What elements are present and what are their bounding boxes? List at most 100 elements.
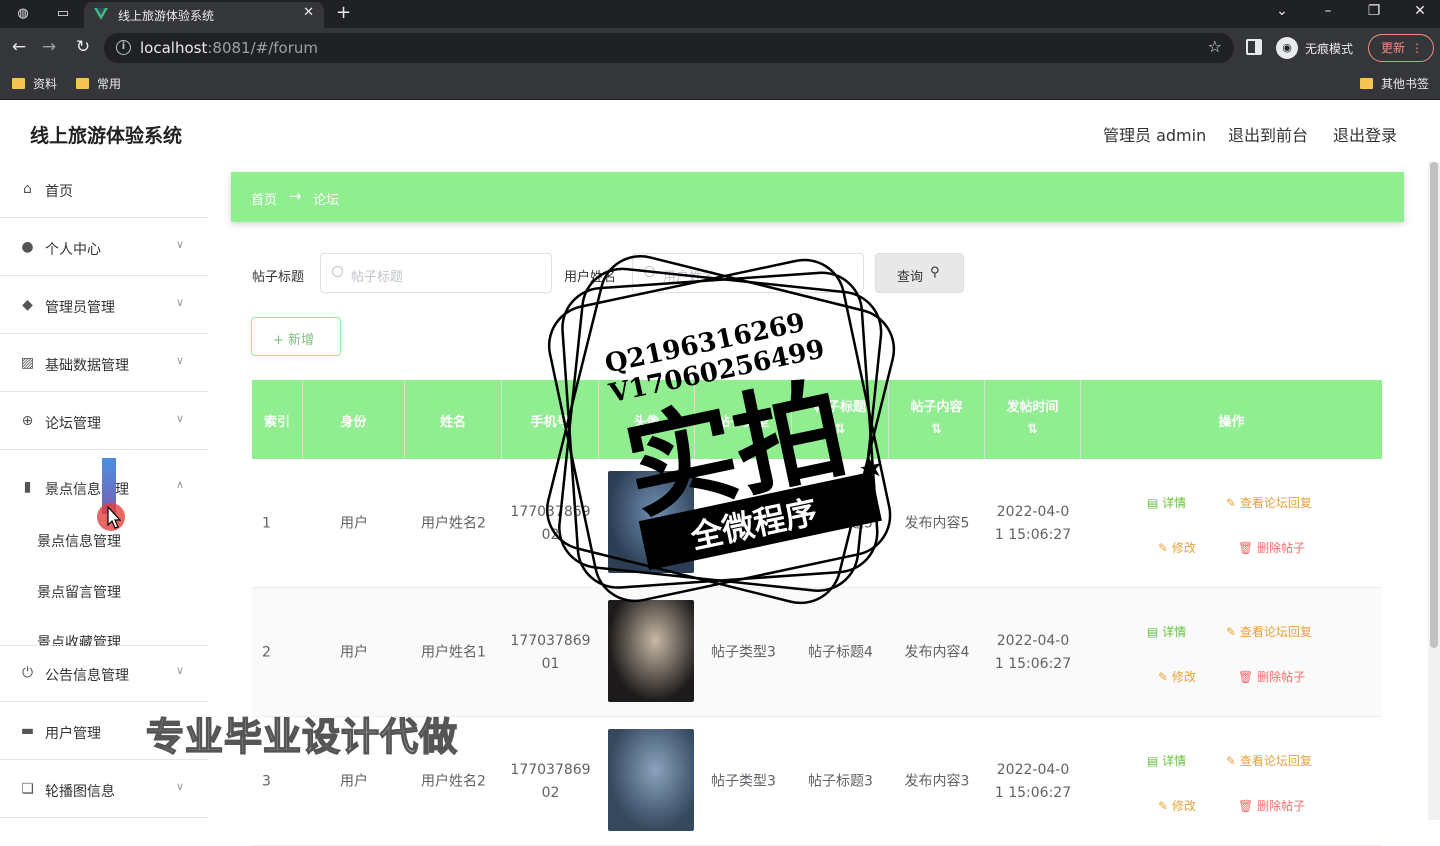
sidebar-item-forum[interactable]: ⊕ 论坛管理 ∨	[0, 394, 208, 450]
power-icon: ⏻	[21, 665, 34, 681]
star-icon: ★	[856, 449, 887, 486]
time-cell: 2022-04-0 1 15:06:27	[994, 632, 1072, 672]
col-actions: 操作	[1218, 415, 1245, 430]
view-reply-button[interactable]: ✎ 查看论坛回复	[1226, 494, 1312, 511]
app-header: 线上旅游体验系统 管理员 admin 退出到前台 退出登录	[0, 100, 1440, 162]
breadcrumb: 首页 → 论坛	[231, 172, 1404, 222]
close-tab-icon[interactable]: ✕	[303, 5, 314, 20]
view-reply-icon: ✎	[1226, 754, 1240, 768]
folder-icon	[1360, 78, 1373, 89]
user-icon: ●	[21, 239, 34, 255]
sidebar-sub-scenic-comments[interactable]: 景点留言管理	[37, 582, 121, 602]
col-index[interactable]: 索引	[252, 380, 303, 459]
phone-cell: 177037869 02	[510, 761, 591, 801]
sidebar-item-home[interactable]: ⌂ 首页	[0, 162, 208, 218]
bars-icon: ▮	[23, 479, 32, 495]
message-icon: ▬	[20, 723, 35, 739]
edit-icon: ✎	[1158, 670, 1172, 684]
edit-icon: ✎	[1158, 799, 1172, 813]
other-bookmarks[interactable]: 其他书签	[1360, 75, 1429, 92]
bookmarks-bar: 资料 常用 其他书签	[0, 68, 1440, 100]
edit-button[interactable]: ✎ 修改	[1158, 668, 1196, 685]
vue-logo-icon	[94, 8, 108, 20]
app-title: 线上旅游体验系统	[30, 125, 183, 147]
leaf-icon: ◆	[22, 297, 33, 313]
search-icon	[332, 266, 343, 277]
detail-button[interactable]: ▤ 详情	[1147, 494, 1186, 511]
sidebar-item-admins[interactable]: ◆ 管理员管理 ∨	[0, 278, 208, 334]
address-bar: ← → ↻ i localhost:8081/#/forum ☆ ◉ 无痕模式 …	[0, 28, 1440, 68]
restore-icon[interactable]: ❐	[1364, 3, 1384, 19]
bookmark-folder-0[interactable]: 资料	[12, 75, 57, 92]
globe-icon[interactable]: ◍	[14, 5, 32, 23]
tab-title: 线上旅游体验系统	[118, 9, 215, 23]
chevron-down-icon: ∨	[176, 664, 185, 677]
edit-icon: ✎	[1158, 541, 1172, 555]
col-time[interactable]: 发帖时间 ⇅	[985, 380, 1081, 459]
sidebar-item-carousel[interactable]: ❏ 轮播图信息 ∨	[0, 762, 208, 818]
view-reply-button[interactable]: ✎ 查看论坛回复	[1226, 752, 1312, 769]
forward-icon[interactable]: →	[38, 37, 60, 57]
chevron-down-icon: ∨	[176, 354, 185, 367]
sidebar-item-profile[interactable]: ● 个人中心 ∨	[0, 220, 208, 276]
tab-list-icon[interactable]: ⌄	[1272, 3, 1292, 19]
col-role[interactable]: 身份	[303, 380, 405, 459]
incognito-icon: ◉	[1276, 37, 1298, 59]
delete-button[interactable]: 🗑 删除帖子	[1238, 539, 1305, 556]
close-window-icon[interactable]: ✕	[1410, 3, 1430, 19]
bookmark-folder-1[interactable]: 常用	[76, 75, 121, 92]
delete-button[interactable]: 🗑 删除帖子	[1238, 668, 1305, 685]
admin-label: 管理员 admin	[1103, 126, 1207, 145]
detail-button[interactable]: ▤ 详情	[1147, 623, 1186, 640]
add-button[interactable]: + 新增	[251, 317, 341, 356]
name-cell: 用户姓名2	[421, 515, 486, 531]
scrollbar-thumb[interactable]	[1430, 162, 1438, 648]
breadcrumb-arrow: →	[289, 187, 302, 205]
role-cell: 用户	[340, 644, 368, 660]
copy-icon: ❏	[21, 781, 34, 797]
back-icon[interactable]: ←	[8, 37, 30, 57]
view-reply-button[interactable]: ✎ 查看论坛回复	[1226, 623, 1312, 640]
globe-icon: ⊕	[21, 413, 34, 429]
index-cell: 1	[262, 515, 271, 531]
title-search-input[interactable]: 帖子标题	[320, 253, 552, 293]
side-panel-icon[interactable]	[1246, 39, 1262, 55]
col-name[interactable]: 姓名	[405, 380, 502, 459]
sidebar-item-notice[interactable]: ⏻ 公告信息管理 ∨	[0, 646, 208, 702]
breadcrumb-current: 论坛	[313, 193, 340, 208]
role-cell: 用户	[340, 515, 368, 531]
edit-button[interactable]: ✎ 修改	[1158, 797, 1196, 814]
url-input[interactable]: i localhost:8081/#/forum ☆	[104, 33, 1234, 63]
folder-icon	[76, 78, 89, 89]
chevron-down-icon: ∨	[176, 412, 185, 425]
chevron-up-icon: ∧	[176, 478, 185, 491]
watermark-text: 专业毕业设计代做	[145, 714, 459, 760]
edit-button[interactable]: ✎ 修改	[1158, 539, 1196, 556]
logout-link[interactable]: 退出登录	[1333, 122, 1397, 146]
chevron-down-icon: ∨	[176, 296, 185, 309]
delete-icon: 🗑	[1238, 670, 1258, 684]
page-scrollbar[interactable]	[1428, 162, 1440, 820]
detail-button[interactable]: ▤ 详情	[1147, 752, 1186, 769]
view-reply-icon: ✎	[1226, 625, 1240, 639]
delete-icon: 🗑	[1238, 799, 1258, 813]
url-text: localhost:8081/#/forum	[140, 39, 318, 57]
info-icon[interactable]: i	[116, 40, 131, 55]
reload-icon[interactable]: ↻	[72, 37, 94, 57]
new-tab-icon[interactable]: +	[336, 2, 351, 23]
tab-search-icon[interactable]: ▭	[54, 5, 72, 23]
browser-tab[interactable]: 线上旅游体验系统 ✕	[84, 2, 324, 28]
sidebar-item-base-data[interactable]: ▨ 基础数据管理 ∨	[0, 336, 208, 392]
detail-icon: ▤	[1147, 625, 1163, 639]
avatar[interactable]	[608, 729, 694, 831]
folder-icon	[12, 78, 25, 89]
search-icon: ⚲	[930, 265, 940, 280]
breadcrumb-home[interactable]: 首页	[251, 189, 277, 208]
bookmark-star-icon[interactable]: ☆	[1208, 37, 1222, 56]
to-front-link[interactable]: 退出到前台	[1228, 122, 1308, 146]
title-search-label: 帖子标题	[252, 270, 305, 285]
delete-button[interactable]: 🗑 删除帖子	[1238, 797, 1305, 814]
name-cell: 用户姓名1	[421, 644, 486, 660]
update-button[interactable]: 更新 ⋮	[1368, 34, 1434, 62]
minimize-icon[interactable]: –	[1318, 3, 1338, 19]
